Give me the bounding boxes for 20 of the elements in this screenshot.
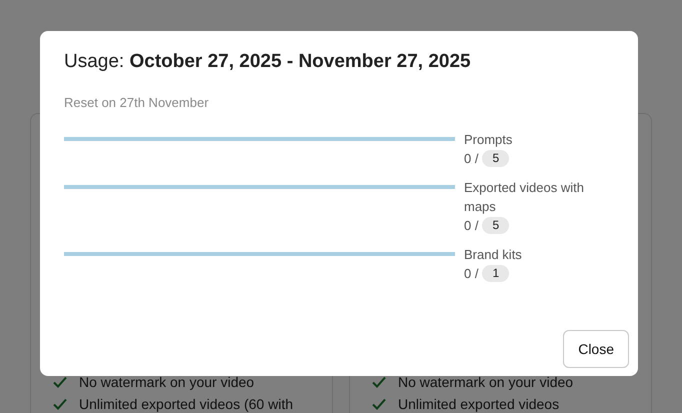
- used-count: 0 /: [464, 217, 478, 235]
- dialog-title: Usage: October 27, 2025 - November 27, 2025: [64, 51, 472, 73]
- quota-label: Brand kits: [464, 246, 523, 264]
- limit-badge: 1: [482, 265, 510, 282]
- check-icon: [372, 376, 386, 388]
- used-count: 0 /: [464, 265, 478, 283]
- feature-text: Unlimited exported videos (60 with: [79, 396, 293, 412]
- feature-text: No watermark on your video: [398, 374, 574, 390]
- quota-label: Exported videos with maps: [464, 179, 585, 216]
- reset-date-text: Reset on 27th November: [64, 95, 210, 110]
- close-button[interactable]: Close: [563, 330, 629, 368]
- check-icon: [53, 398, 67, 410]
- limit-badge: 5: [482, 150, 510, 167]
- feature-text: No watermark on your video: [79, 374, 254, 390]
- quota-label: Prompts: [464, 131, 514, 149]
- used-count: 0 /: [464, 150, 478, 168]
- check-icon: [372, 398, 386, 410]
- feature-text: Unlimited exported videos: [398, 396, 560, 412]
- limit-badge: 5: [482, 217, 510, 234]
- check-icon: [53, 376, 67, 388]
